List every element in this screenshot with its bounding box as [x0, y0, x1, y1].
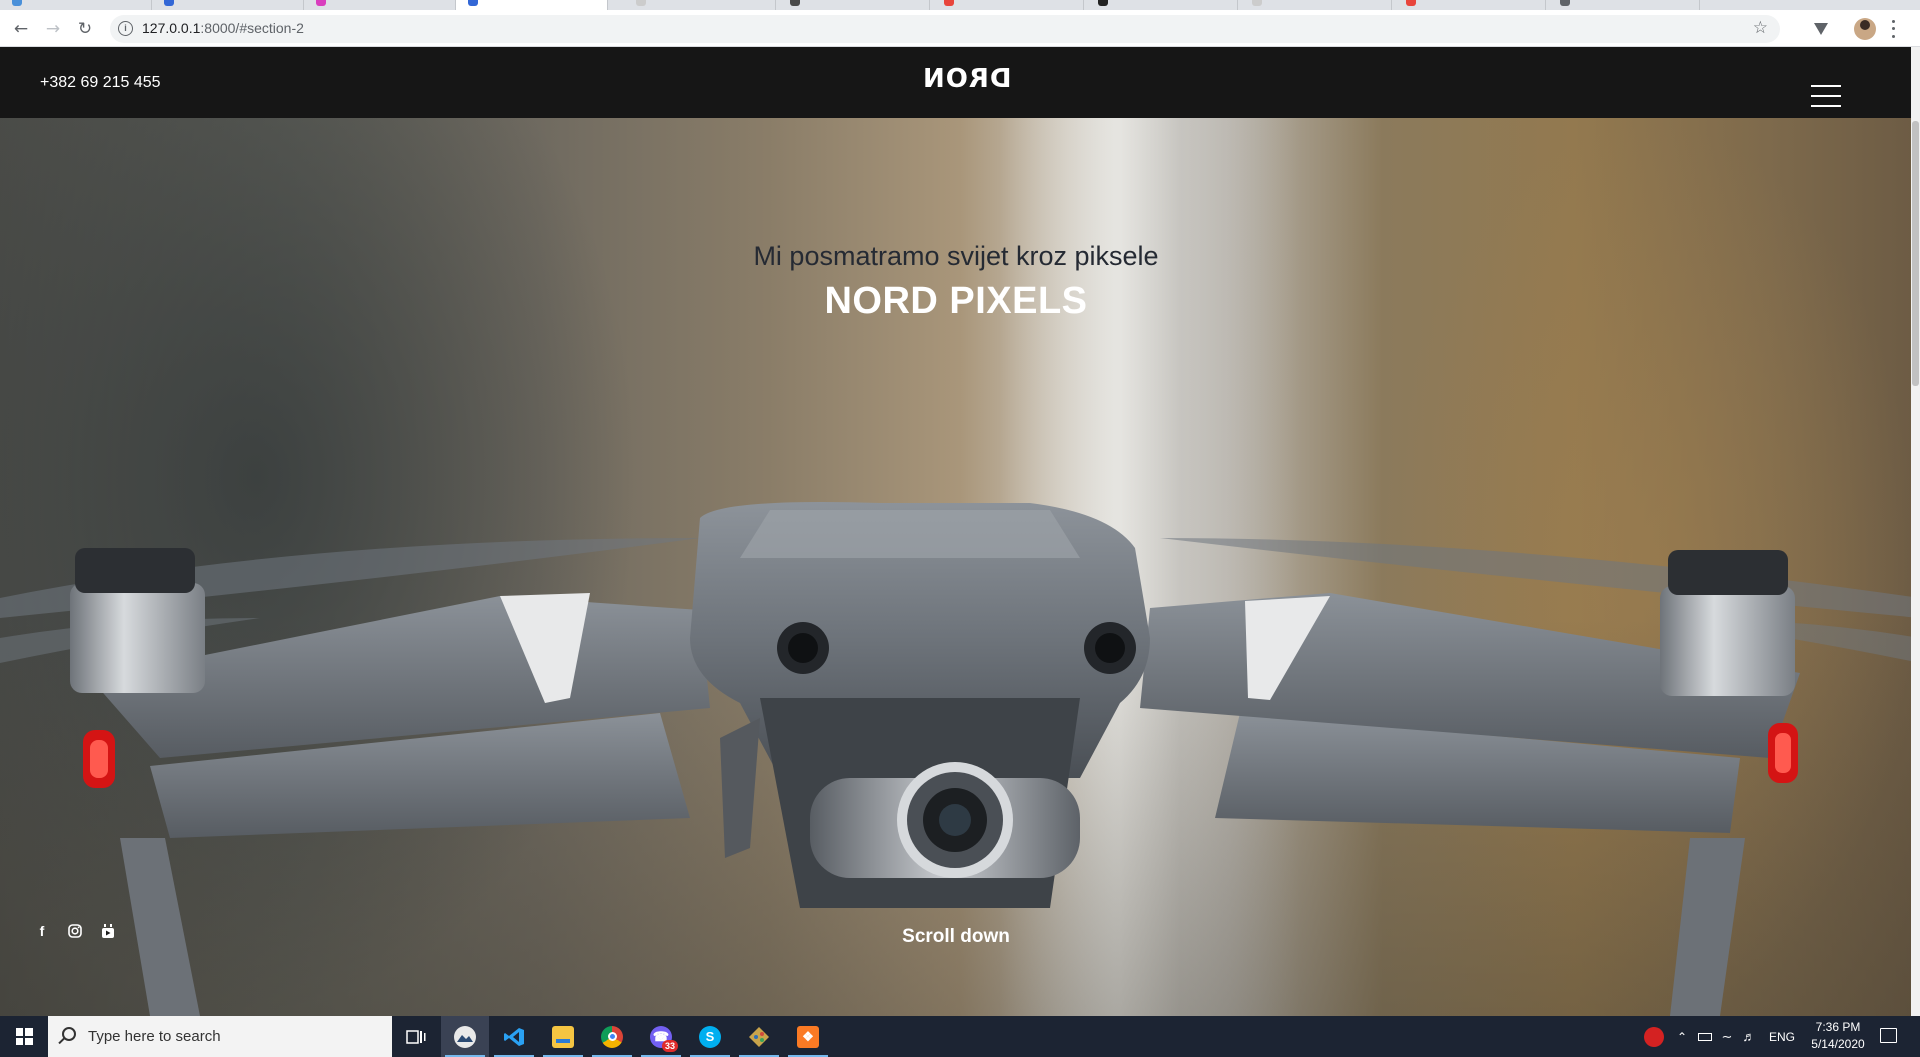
xampp-icon: ❖ — [797, 1025, 819, 1048]
site-logo[interactable]: DRON — [922, 64, 1011, 94]
browser-menu-icon[interactable] — [1890, 18, 1896, 40]
task-view-icon — [406, 1029, 426, 1044]
reload-icon[interactable]: ↻ — [72, 16, 98, 42]
tab-favicon — [1098, 0, 1108, 6]
profile-avatar[interactable] — [1854, 18, 1876, 40]
logo-text: DRON — [922, 64, 1012, 94]
tab-favicon — [636, 0, 646, 6]
browser-tab[interactable] — [304, 0, 456, 10]
tab-favicon — [1560, 0, 1570, 6]
taskbar-sourcetree[interactable] — [735, 1016, 783, 1057]
browser-tab[interactable] — [1240, 0, 1392, 10]
task-view-button[interactable] — [392, 1016, 440, 1057]
antivirus-tray-icon[interactable] — [1638, 1016, 1670, 1057]
photos-icon — [454, 1025, 476, 1048]
taskbar-clock[interactable]: 7:36 PM 5/14/2020 — [1803, 1019, 1873, 1053]
tab-favicon — [790, 0, 800, 6]
viber-badge: 33 — [661, 1039, 678, 1052]
notification-center-icon[interactable] — [1880, 1028, 1897, 1043]
scroll-down-link[interactable]: Scroll down — [0, 926, 1912, 948]
skype-icon: S — [699, 1025, 721, 1048]
clock-date: 5/14/2020 — [1811, 1037, 1865, 1051]
tab-favicon — [316, 0, 326, 6]
browser-tab[interactable] — [1548, 0, 1700, 10]
hero-subtitle: Mi posmatramo svijet kroz piksele — [753, 241, 1159, 271]
clock-time: 7:36 PM — [1815, 1020, 1861, 1034]
tab-favicon — [1406, 0, 1416, 6]
volume-icon[interactable]: ♬ — [1738, 1016, 1760, 1057]
tab-favicon — [468, 0, 478, 6]
url-text[interactable]: 127.0.0.1:8000/#section-2 — [142, 20, 304, 36]
url-path: :8000/#section-2 — [200, 20, 304, 36]
chevron-up-icon[interactable]: ⌃ — [1672, 1016, 1692, 1057]
hero-title: NORD PIXELS — [824, 280, 1088, 322]
url-host: 127.0.0.1 — [142, 20, 201, 36]
site-info-icon[interactable]: i — [118, 21, 133, 36]
scrollbar-thumb[interactable] — [1912, 121, 1919, 386]
phone-number[interactable]: +382 69 215 455 — [40, 74, 161, 92]
windows-logo-icon — [15, 1028, 33, 1045]
taskbar-search-placeholder: Type here to search — [88, 1028, 221, 1045]
browser-tab-active[interactable] — [456, 0, 608, 10]
page-scrollbar[interactable] — [1911, 47, 1920, 1016]
windows-taskbar: Type here to search ☎ 33 S ❖ ⌃ ∼ ♬ ENG 7… — [0, 1016, 1920, 1057]
back-arrow-icon[interactable]: ← — [8, 16, 34, 42]
taskbar-xampp[interactable]: ❖ — [784, 1016, 832, 1057]
taskbar-skype[interactable]: S — [686, 1016, 734, 1057]
browser-tab[interactable] — [624, 0, 776, 10]
language-indicator[interactable]: ENG — [1762, 1016, 1802, 1057]
taskbar-file-explorer[interactable] — [539, 1016, 587, 1057]
taskbar-search[interactable]: Type here to search — [48, 1016, 392, 1057]
taskbar-photos[interactable] — [441, 1016, 489, 1057]
viber-icon: ☎ 33 — [650, 1025, 678, 1052]
address-bar[interactable]: i 127.0.0.1:8000/#section-2 ☆ — [110, 15, 1780, 43]
forward-arrow-icon[interactable]: → — [40, 16, 66, 42]
file-explorer-icon — [552, 1025, 574, 1048]
hamburger-menu-icon[interactable] — [1811, 85, 1841, 107]
browser-tab[interactable] — [778, 0, 930, 10]
chrome-icon — [601, 1025, 623, 1048]
tab-favicon — [1252, 0, 1262, 6]
bookmark-star-icon[interactable]: ☆ — [1753, 18, 1768, 38]
vscode-icon — [503, 1025, 525, 1048]
tab-favicon — [12, 0, 22, 6]
browser-toolbar: ← → ↻ i 127.0.0.1:8000/#section-2 ☆ — [0, 10, 1920, 47]
sourcetree-icon — [748, 1025, 770, 1048]
taskbar-chrome[interactable] — [588, 1016, 636, 1057]
hero-section: Mi posmatramo svijet kroz piksele NORD P… — [0, 118, 1920, 1016]
browser-tab[interactable] — [1086, 0, 1238, 10]
browser-tabstrip — [0, 0, 1920, 10]
battery-icon[interactable] — [1694, 1016, 1716, 1057]
browser-tab[interactable] — [152, 0, 304, 10]
browser-tab[interactable] — [932, 0, 1084, 10]
extension-icon[interactable] — [1812, 20, 1830, 38]
browser-tab[interactable] — [0, 0, 152, 10]
wifi-icon[interactable]: ∼ — [1716, 1016, 1738, 1057]
tab-favicon — [164, 0, 174, 6]
tab-favicon — [944, 0, 954, 6]
start-button[interactable] — [0, 1016, 48, 1057]
taskbar-vscode[interactable] — [490, 1016, 538, 1057]
taskbar-viber[interactable]: ☎ 33 — [637, 1016, 685, 1057]
browser-tab[interactable] — [1394, 0, 1546, 10]
search-icon — [62, 1027, 76, 1041]
page-viewport: +382 69 215 455 DRON Mi posmatramo svije… — [0, 47, 1920, 1016]
site-header: +382 69 215 455 DRON — [0, 47, 1920, 118]
